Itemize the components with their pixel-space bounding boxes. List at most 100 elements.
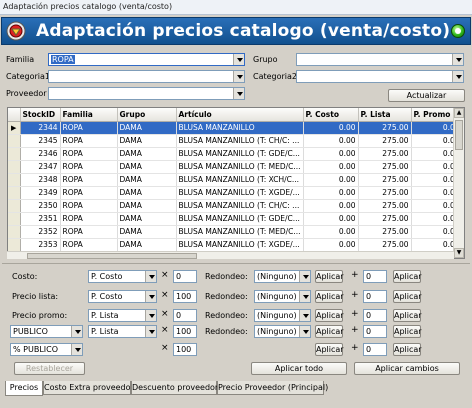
table-cell[interactable]: BLUSA MANZANILLO (T: GDE/C... <box>176 212 304 226</box>
categoria1-select[interactable] <box>48 70 245 83</box>
chevron-down-icon[interactable] <box>299 291 310 302</box>
table-cell[interactable]: 275.00 <box>358 212 412 226</box>
table-cell[interactable]: DAMA <box>117 238 177 252</box>
table-cell[interactable]: 0.00 <box>303 225 359 239</box>
scroll-up-icon[interactable]: ▲ <box>454 108 464 118</box>
tab-costo-extra-proveedor[interactable]: Costo Extra proveedor <box>43 381 134 395</box>
promo-base-select[interactable]: P. Lista <box>88 309 157 322</box>
table-cell[interactable]: 0.00 <box>303 160 359 174</box>
table-cell[interactable]: BLUSA MANZANILLO (T: MED/C... <box>176 160 304 174</box>
costo-aplicar-button[interactable]: Aplicar <box>315 270 344 283</box>
table-cell[interactable]: 2351 <box>20 212 61 226</box>
table-cell[interactable]: ROPA <box>60 173 118 187</box>
tab-precio-proveedor-principal[interactable]: Precio Proveedor (Principal) <box>217 381 328 395</box>
table-cell[interactable]: 275.00 <box>358 147 412 161</box>
lista-aplicar-button[interactable]: Aplicar <box>315 290 344 303</box>
table-cell[interactable]: BLUSA MANZANILLO (T: MED/C... <box>176 225 304 239</box>
publico-aplicar-button[interactable]: Aplicar <box>315 325 344 338</box>
table-cell[interactable]: BLUSA MANZANILLO (T: XGDE/... <box>176 238 304 252</box>
tab-precios[interactable]: Precios <box>5 381 43 396</box>
table-cell[interactable]: 2345 <box>20 134 61 148</box>
table-cell[interactable]: 275.00 <box>358 160 412 174</box>
row-indicator[interactable] <box>8 147 21 161</box>
table-cell[interactable]: 2353 <box>20 238 61 252</box>
table-cell[interactable]: ROPA <box>60 225 118 239</box>
table-cell[interactable]: 0.00 <box>303 147 359 161</box>
promo-add-aplicar-button[interactable]: Aplicar <box>393 309 422 322</box>
table-cell[interactable]: 2344 <box>20 121 61 135</box>
table-cell[interactable]: ROPA <box>60 199 118 213</box>
table-row[interactable]: 2348 ROPA DAMA BLUSA MANZANILLO (T: XCH/C..… <box>8 173 463 187</box>
column-header[interactable]: Familia <box>60 108 118 122</box>
table-cell[interactable]: 0.00 <box>303 212 359 226</box>
table-cell[interactable]: DAMA <box>117 121 177 135</box>
row-indicator[interactable] <box>8 225 21 239</box>
table-cell[interactable]: DAMA <box>117 134 177 148</box>
publico-base-select[interactable]: P. Lista <box>88 325 157 338</box>
proveedor-select[interactable] <box>48 87 245 100</box>
grid-vertical-scrollbar[interactable]: ▲ ▼ <box>453 108 464 258</box>
grid-horizontal-scrollbar[interactable] <box>7 251 454 259</box>
tab-descuento-proveedor[interactable]: Descuento proveedor <box>131 381 218 395</box>
chevron-down-icon[interactable] <box>71 344 82 355</box>
chevron-down-icon[interactable] <box>145 291 156 302</box>
row-indicator[interactable] <box>8 212 21 226</box>
products-grid[interactable]: StockID Familia Grupo Artículo P. Costo … <box>7 107 465 259</box>
row-indicator[interactable] <box>8 199 21 213</box>
table-cell[interactable]: DAMA <box>117 186 177 200</box>
table-cell[interactable]: 0.00 <box>303 186 359 200</box>
table-cell[interactable]: 0.00 <box>303 173 359 187</box>
chevron-down-icon[interactable] <box>452 54 463 65</box>
chevron-down-icon[interactable] <box>145 326 156 337</box>
chevron-down-icon[interactable] <box>452 71 463 82</box>
chevron-down-icon[interactable] <box>233 88 244 99</box>
table-cell[interactable]: BLUSA MANZANILLO <box>176 121 304 135</box>
table-cell[interactable]: 275.00 <box>358 225 412 239</box>
table-cell[interactable]: 2352 <box>20 225 61 239</box>
table-cell[interactable]: 275.00 <box>358 186 412 200</box>
table-row[interactable]: 2349 ROPA DAMA BLUSA MANZANILLO (T: XGDE/..… <box>8 186 463 200</box>
table-cell[interactable]: DAMA <box>117 173 177 187</box>
chevron-down-icon[interactable] <box>299 310 310 321</box>
lista-add-input[interactable]: 0 <box>363 290 387 303</box>
table-cell[interactable]: 0.00 <box>303 121 359 135</box>
table-row[interactable]: 2345 ROPA DAMA BLUSA MANZANILLO (T: CH/C: .… <box>8 134 463 148</box>
table-cell[interactable]: ROPA <box>60 121 118 135</box>
table-cell[interactable]: 275.00 <box>358 173 412 187</box>
lista-base-select[interactable]: P. Costo <box>88 290 157 303</box>
column-header[interactable]: Artículo <box>176 108 304 122</box>
publico-redondeo-select[interactable]: (Ninguno) <box>254 325 311 338</box>
chevron-down-icon[interactable] <box>71 326 82 337</box>
table-cell[interactable]: ROPA <box>60 147 118 161</box>
scroll-down-icon[interactable]: ▼ <box>454 248 464 258</box>
table-cell[interactable]: ROPA <box>60 238 118 252</box>
costo-redondeo-select[interactable]: (Ninguno) <box>254 270 311 283</box>
restablecer-button[interactable]: Restablecer <box>14 362 85 375</box>
table-cell[interactable]: 0.00 <box>303 238 359 252</box>
actualizar-button[interactable]: Actualizar <box>388 89 465 102</box>
table-cell[interactable]: BLUSA MANZANILLO (T: XGDE/... <box>176 186 304 200</box>
table-row[interactable]: 2346 ROPA DAMA BLUSA MANZANILLO (T: GDE/C..… <box>8 147 463 161</box>
categoria2-select[interactable] <box>296 70 464 83</box>
percent-add-aplicar-button[interactable]: Aplicar <box>393 343 422 356</box>
scroll-thumb[interactable] <box>27 253 197 259</box>
costo-base-select[interactable]: P. Costo <box>88 270 157 283</box>
chevron-down-icon[interactable] <box>233 71 244 82</box>
table-cell[interactable]: 2346 <box>20 147 61 161</box>
row-indicator[interactable] <box>8 160 21 174</box>
publico-add-aplicar-button[interactable]: Aplicar <box>393 325 422 338</box>
table-cell[interactable]: BLUSA MANZANILLO (T: CH/C: ... <box>176 134 304 148</box>
table-cell[interactable]: 275.00 <box>358 199 412 213</box>
promo-mult-input[interactable]: 0 <box>173 309 197 322</box>
lista-redondeo-select[interactable]: (Ninguno) <box>254 290 311 303</box>
table-cell[interactable]: DAMA <box>117 225 177 239</box>
chevron-down-icon[interactable] <box>145 310 156 321</box>
table-cell[interactable]: DAMA <box>117 199 177 213</box>
table-row[interactable]: 2352 ROPA DAMA BLUSA MANZANILLO (T: MED/C..… <box>8 225 463 239</box>
table-cell[interactable]: ROPA <box>60 186 118 200</box>
row-indicator[interactable] <box>8 134 21 148</box>
table-cell[interactable]: 275.00 <box>358 134 412 148</box>
table-cell[interactable]: DAMA <box>117 147 177 161</box>
familia-select[interactable]: ROPA <box>48 53 245 66</box>
table-row[interactable]: 2353 ROPA DAMA BLUSA MANZANILLO (T: XGDE/..… <box>8 238 463 252</box>
